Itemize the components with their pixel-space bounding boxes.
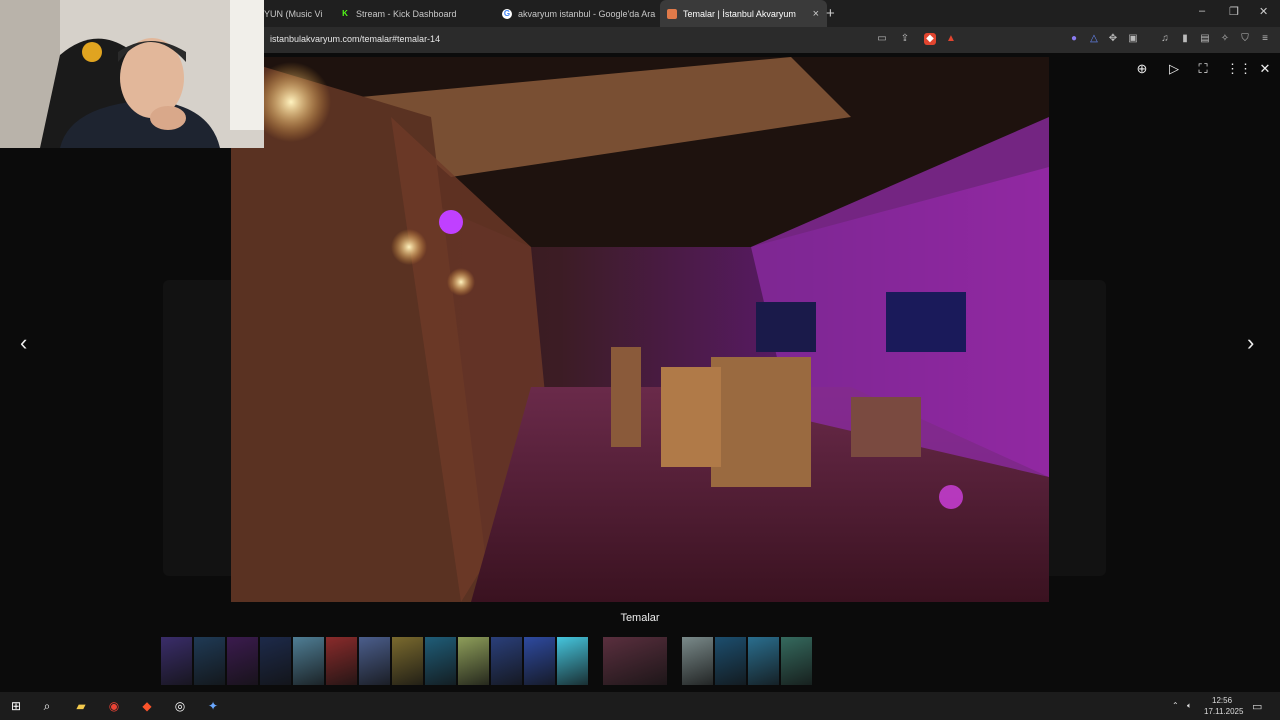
- gallery-thumbnail[interactable]: [458, 637, 489, 685]
- vpn-shield-icon[interactable]: ⛉: [1239, 33, 1251, 45]
- brave-browser-icon[interactable]: ◆: [138, 697, 156, 715]
- gallery-thumbnail[interactable]: [293, 637, 324, 685]
- kick-icon: K: [342, 9, 348, 18]
- obs-icon[interactable]: ◎: [171, 697, 189, 715]
- minimize-button[interactable]: –: [1199, 5, 1205, 17]
- file-explorer-icon[interactable]: ▰: [72, 697, 90, 715]
- gallery-thumbnail[interactable]: [260, 637, 291, 685]
- gallery-thumbnail[interactable]: [748, 637, 779, 685]
- leo-ai-icon[interactable]: ✧: [1219, 33, 1231, 45]
- tab-kick-dashboard[interactable]: K Stream - Kick Dashboard: [334, 0, 490, 27]
- tab-close-icon[interactable]: ×: [813, 8, 819, 20]
- gallery-thumbnail[interactable]: [557, 637, 588, 685]
- gallery-thumbnail[interactable]: [161, 637, 192, 685]
- gallery-thumbnail[interactable]: [359, 637, 390, 685]
- gallery-thumbnail[interactable]: [392, 637, 423, 685]
- tab-label: Temalar | İstanbul Akvaryum: [683, 8, 796, 19]
- gallery-photo: [231, 57, 1049, 602]
- previous-arrow-icon[interactable]: ‹: [20, 330, 27, 356]
- extension-leo-icon[interactable]: ●: [1068, 33, 1080, 45]
- next-arrow-icon[interactable]: ›: [1247, 330, 1254, 356]
- chrome-icon[interactable]: ◉: [105, 697, 123, 715]
- new-tab-button[interactable]: +: [826, 5, 835, 22]
- clock-time[interactable]: 12:56: [1212, 696, 1232, 705]
- close-window-button[interactable]: ✕: [1259, 5, 1268, 18]
- fullscreen-icon[interactable]: ⛶: [1195, 61, 1211, 77]
- aquarium-site-icon: [667, 8, 677, 19]
- gallery-thumbnail[interactable]: [326, 637, 357, 685]
- wallet-icon[interactable]: ▤: [1199, 33, 1211, 45]
- share-icon[interactable]: ⇪: [899, 33, 911, 45]
- cast-icon[interactable]: ▭: [876, 33, 888, 45]
- webcam-overlay: [0, 0, 264, 148]
- gallery-thumbnail[interactable]: [524, 637, 555, 685]
- tab-label: Stream - Kick Dashboard: [356, 8, 457, 19]
- gallery-thumbnail[interactable]: [603, 637, 667, 685]
- windows-start-icon[interactable]: ⊞: [7, 697, 25, 715]
- gallery-thumbnail[interactable]: [425, 637, 456, 685]
- gallery-thumbnail[interactable]: [715, 637, 746, 685]
- tab-search-icon[interactable]: ▣: [1127, 33, 1139, 45]
- gallery-thumbnail[interactable]: [781, 637, 812, 685]
- url-field[interactable]: istanbulakvaryum.com/temalar#temalar-14: [270, 34, 440, 44]
- gallery-thumbnail[interactable]: [227, 637, 258, 685]
- play-icon[interactable]: ▷: [1166, 61, 1182, 77]
- google-icon: G: [502, 8, 512, 19]
- volume-icon[interactable]: 🔈︎: [1187, 701, 1192, 711]
- taskbar: ⊞ ⌕ ▰ ◉ ◆ ◎ ✦ ⌃ 🔈︎ 12:56 17.11.2025 ▭: [0, 692, 1280, 720]
- media-icon[interactable]: ♫: [1159, 33, 1171, 45]
- restore-button[interactable]: ❐: [1229, 5, 1239, 18]
- search-icon[interactable]: ⌕: [38, 697, 56, 715]
- tab-music-video[interactable]: YUN (Music Vi: [264, 0, 322, 27]
- sidebar-icon[interactable]: ▮: [1179, 33, 1191, 45]
- thumbnail-strip: [161, 637, 821, 685]
- menu-icon[interactable]: ≡: [1259, 33, 1271, 45]
- gallery-thumbnail[interactable]: [682, 637, 713, 685]
- tab-temalar[interactable]: Temalar | İstanbul Akvaryum ×: [660, 0, 827, 27]
- extensions-icon[interactable]: ✥: [1107, 33, 1119, 45]
- tab-label: YUN (Music Vi: [264, 8, 322, 19]
- gallery-thumbnail[interactable]: [194, 637, 225, 685]
- notifications-icon[interactable]: ▭: [1252, 700, 1262, 713]
- close-viewer-icon[interactable]: ✕: [1257, 61, 1273, 77]
- gallery-thumbnail[interactable]: [491, 637, 522, 685]
- tab-google-search[interactable]: G akvaryum istanbul - Google'da Ara: [496, 0, 660, 27]
- brave-shield-icon[interactable]: ◆: [924, 33, 936, 45]
- app-icon[interactable]: ✦: [204, 697, 222, 715]
- tray-overflow-icon[interactable]: ⌃: [1172, 701, 1179, 710]
- tab-label: akvaryum istanbul - Google'da Ara: [518, 8, 656, 19]
- clock-date[interactable]: 17.11.2025: [1204, 707, 1243, 716]
- brave-rewards-icon[interactable]: ▲: [945, 33, 957, 45]
- zoom-icon[interactable]: ⊕: [1134, 61, 1150, 77]
- photo-caption: Temalar: [620, 612, 660, 624]
- extension-vpn-icon[interactable]: △: [1088, 33, 1100, 45]
- grid-icon[interactable]: ⋮⋮: [1226, 61, 1252, 77]
